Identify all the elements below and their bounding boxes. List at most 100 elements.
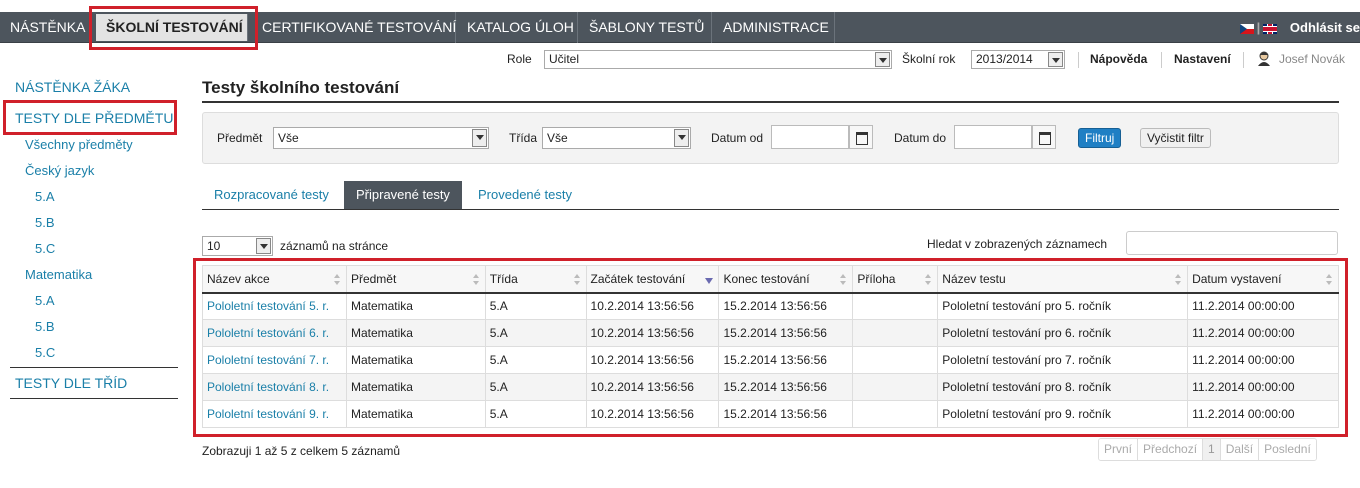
sidebar-item-cj-5b[interactable]: 5.B [35,215,55,230]
sidebar-item-m-5a[interactable]: 5.A [35,293,55,308]
pager-last[interactable]: Poslední [1259,439,1316,460]
column-header-trida[interactable]: Třída [484,265,587,294]
sidebar-item-cj-5a[interactable]: 5.A [35,189,55,204]
date-to-input[interactable] [954,125,1032,149]
cell-issue-date: 11.2.2014 00:00:00 [1187,400,1339,428]
cell-event-name[interactable]: Pololetní testování 5. r. [202,292,347,320]
cell-subject: Matematika [345,373,486,401]
column-header-nazev-akce[interactable]: Název akce [202,265,347,294]
date-to-label: Datum do [894,131,947,145]
cell-event-name[interactable]: Pololetní testování 8. r. [202,373,347,401]
subject-filter-select[interactable]: Vše [273,127,489,149]
page-title: Testy školního testování [202,78,400,97]
subject-filter-value: Vše [278,131,299,145]
nav-item-administrace[interactable]: ADMINISTRACE [713,12,835,43]
cell-subject: Matematika [345,319,486,347]
role-select[interactable]: Učitel [544,50,892,69]
sort-icon [1326,274,1333,285]
clear-filter-button[interactable]: Vyčistit filtr [1140,128,1211,148]
cell-test-name: Pololetní testování pro 8. ročník [937,373,1189,401]
nav-item-sablony-testu[interactable]: ŠABLONY TESTŮ [579,12,712,43]
sidebar-item-m-5c[interactable]: 5.C [35,345,55,360]
sort-icon [573,274,581,285]
cell-test-name: Pololetní testování pro 9. ročník [937,400,1189,428]
nav-item-certifikovane-testovani[interactable]: CERTIFIKOVANÉ TESTOVÁNÍ [252,12,456,43]
pager-first[interactable]: První [1099,439,1139,460]
sidebar-item-nastenka-zaka[interactable]: NÁSTĚNKA ŽÁKA [15,79,130,95]
page-size-select[interactable]: 10 [202,236,273,256]
school-year-select[interactable]: 2013/2014 [971,50,1065,69]
event-link[interactable]: Pololetní testování 9. r. [207,407,329,421]
cell-class: 5.A [484,373,587,401]
sidebar-item-cesky-jazyk[interactable]: Český jazyk [25,163,94,178]
cell-issue-date: 11.2.2014 00:00:00 [1187,319,1339,347]
cell-issue-date: 11.2.2014 00:00:00 [1187,292,1339,320]
table-row: Pololetní testování 6. r. Matematika 5.A… [202,319,1339,347]
column-header-zacatek-testovani[interactable]: Začátek testování [585,265,720,294]
sort-icon [333,274,341,285]
nav-item-skolni-testovani[interactable]: ŠKOLNÍ TESTOVÁNÍ [96,14,248,41]
event-link[interactable]: Pololetní testování 7. r. [207,353,329,367]
calendar-icon[interactable] [1032,125,1056,149]
cell-attachment [852,319,939,347]
search-input[interactable] [1126,231,1338,255]
column-header-label: Příloha [857,271,896,286]
tab-provedene-testy[interactable]: Provedené testy [466,181,584,209]
czech-flag-icon[interactable] [1239,23,1254,34]
column-header-konec-testovani[interactable]: Konec testování [718,265,854,294]
cell-end: 15.2.2014 13:56:56 [718,373,854,401]
sort-icon [472,274,480,285]
cell-event-name[interactable]: Pololetní testování 7. r. [202,346,347,374]
tab-rozpracovane-testy[interactable]: Rozpracované testy [202,181,341,209]
class-filter-value: Vše [547,131,568,145]
chevron-down-icon [674,129,689,147]
date-from-input[interactable] [771,125,849,149]
sidebar-item-matematika[interactable]: Matematika [25,267,92,282]
filter-button[interactable]: Filtruj [1078,128,1122,148]
page-size-label: záznamů na stránce [280,239,389,253]
pager-current[interactable]: 1 [1203,439,1221,460]
cell-event-name[interactable]: Pololetní testování 9. r. [202,400,347,428]
column-header-label: Předmět [350,271,397,286]
cell-attachment [852,400,939,428]
school-year-label: Školní rok [902,52,956,66]
cell-attachment [852,373,939,401]
class-filter-label: Třída [509,131,538,145]
page-size-value: 10 [207,239,221,253]
role-select-value: Učitel [549,52,580,66]
pager-next[interactable]: Další [1220,439,1260,460]
role-label: Role [507,52,532,66]
sidebar-item-cj-5c[interactable]: 5.C [35,241,55,256]
column-header-nazev-testu[interactable]: Název testu [937,265,1189,294]
subject-filter-label: Předmět [217,131,263,145]
pager-prev[interactable]: Předchozí [1138,439,1204,460]
sidebar-item-m-5b[interactable]: 5.B [35,319,55,334]
calendar-icon[interactable] [849,125,873,149]
column-header-datum-vystaveni[interactable]: Datum vystavení [1187,265,1339,294]
help-link[interactable]: Nápověda [1090,52,1147,66]
class-filter-select[interactable]: Vše [542,127,691,149]
column-header-priloha[interactable]: Příloha [852,265,939,294]
tests-table: Název akce Předmět Třída Začátek testová… [202,265,1339,428]
event-link[interactable]: Pololetní testování 5. r. [207,299,329,313]
cell-event-name[interactable]: Pololetní testování 6. r. [202,319,347,347]
cell-issue-date: 11.2.2014 00:00:00 [1187,346,1339,374]
nav-item-katalog-uloh[interactable]: KATALOG ÚLOH [457,12,578,43]
sidebar-item-testy-dle-predmetu[interactable]: TESTY DLE PŘEDMĚTU [15,110,173,126]
english-flag-icon[interactable] [1263,23,1278,34]
cell-start: 10.2.2014 13:56:56 [585,319,720,347]
settings-link[interactable]: Nastavení [1174,52,1231,66]
divider [1243,52,1244,68]
logout-link[interactable]: Odhlásit se [1290,20,1360,35]
cell-class: 5.A [484,292,587,320]
sidebar-item-testy-dle-trid[interactable]: TESTY DLE TŘÍD [15,375,127,391]
nav-item-nastenka[interactable]: NÁSTĚNKA [0,12,92,43]
tab-pripravene-testy[interactable]: Připravené testy [344,181,462,209]
cell-start: 10.2.2014 13:56:56 [585,346,720,374]
event-link[interactable]: Pololetní testování 8. r. [207,380,329,394]
user-name[interactable]: Josef Novák [1279,52,1345,66]
event-link[interactable]: Pololetní testování 6. r. [207,326,329,340]
table-info: Zobrazuji 1 až 5 z celkem 5 záznamů [202,444,401,458]
column-header-predmet[interactable]: Předmět [345,265,486,294]
sidebar-item-vsechny-predmety[interactable]: Všechny předměty [25,137,133,152]
